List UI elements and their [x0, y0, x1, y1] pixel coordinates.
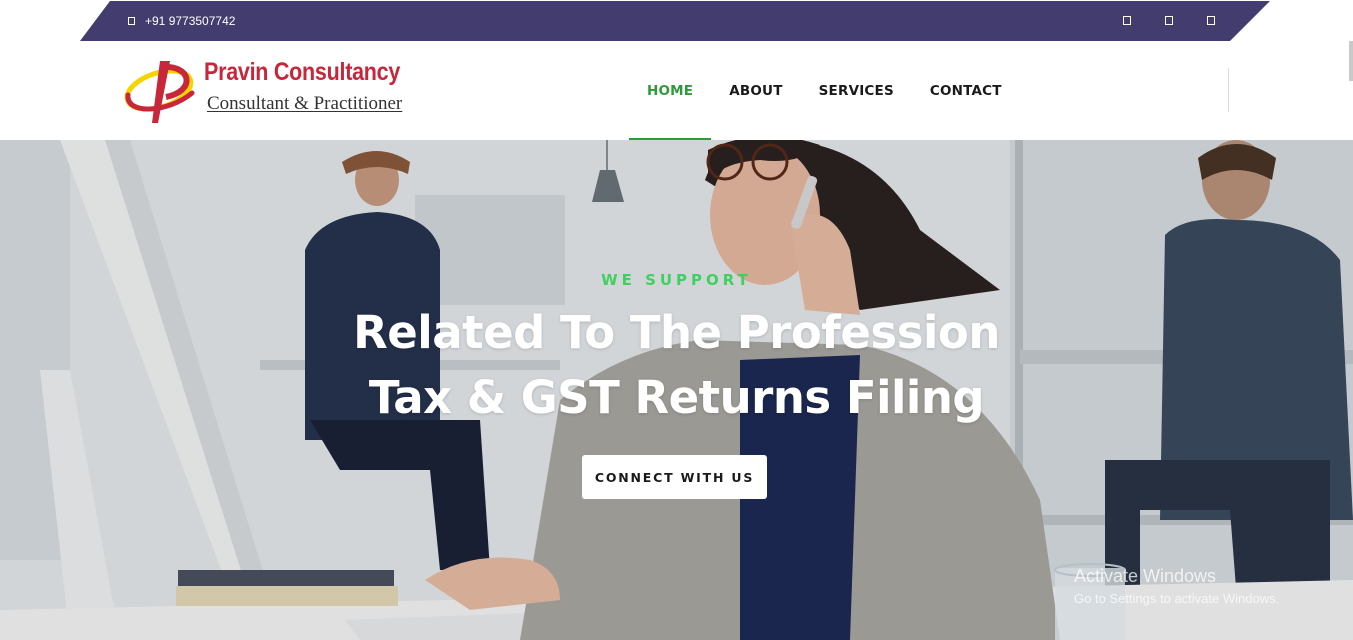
phone-contact[interactable]: +91 9773507742	[128, 1, 235, 41]
phone-icon	[128, 17, 135, 25]
brand-logo[interactable]: Pravin Consultancy Consultant & Practiti…	[122, 57, 412, 129]
watermark-subtitle: Go to Settings to activate Windows.	[1074, 591, 1280, 606]
nav-contact[interactable]: CONTACT	[912, 41, 1020, 140]
brand-name: Pravin Consultancy	[204, 58, 401, 86]
facebook-icon[interactable]	[1123, 16, 1131, 25]
twitter-icon[interactable]	[1165, 16, 1173, 25]
connect-with-us-button[interactable]: CONNECT WITH US	[582, 455, 767, 499]
nav-services[interactable]: SERVICES	[801, 41, 912, 140]
top-bar: +91 9773507742	[80, 1, 1270, 41]
hero-banner: WE SUPPORT Related To The Profession Tax…	[0, 140, 1353, 640]
scrollbar-thumb[interactable]	[1349, 41, 1353, 81]
logo-mark-icon	[124, 61, 195, 123]
hero-kicker: WE SUPPORT	[601, 271, 752, 289]
site-header: Pravin Consultancy Consultant & Practiti…	[0, 41, 1353, 140]
social-links	[1123, 16, 1215, 25]
brand-tagline: Consultant & Practitioner	[207, 93, 403, 114]
main-nav: HOME ABOUT SERVICES CONTACT	[629, 41, 1020, 140]
activate-windows-watermark: Activate Windows Go to Settings to activ…	[1074, 566, 1279, 606]
header-divider	[1228, 68, 1229, 112]
nav-about[interactable]: ABOUT	[711, 41, 800, 140]
watermark-title: Activate Windows	[1074, 566, 1217, 586]
phone-number: +91 9773507742	[145, 14, 236, 28]
hero-headline-line2: Tax & GST Returns Filing	[368, 371, 985, 424]
hero-headline-line1: Related To The Profession	[353, 306, 1000, 359]
nav-home[interactable]: HOME	[629, 41, 712, 140]
instagram-icon[interactable]	[1207, 16, 1215, 25]
